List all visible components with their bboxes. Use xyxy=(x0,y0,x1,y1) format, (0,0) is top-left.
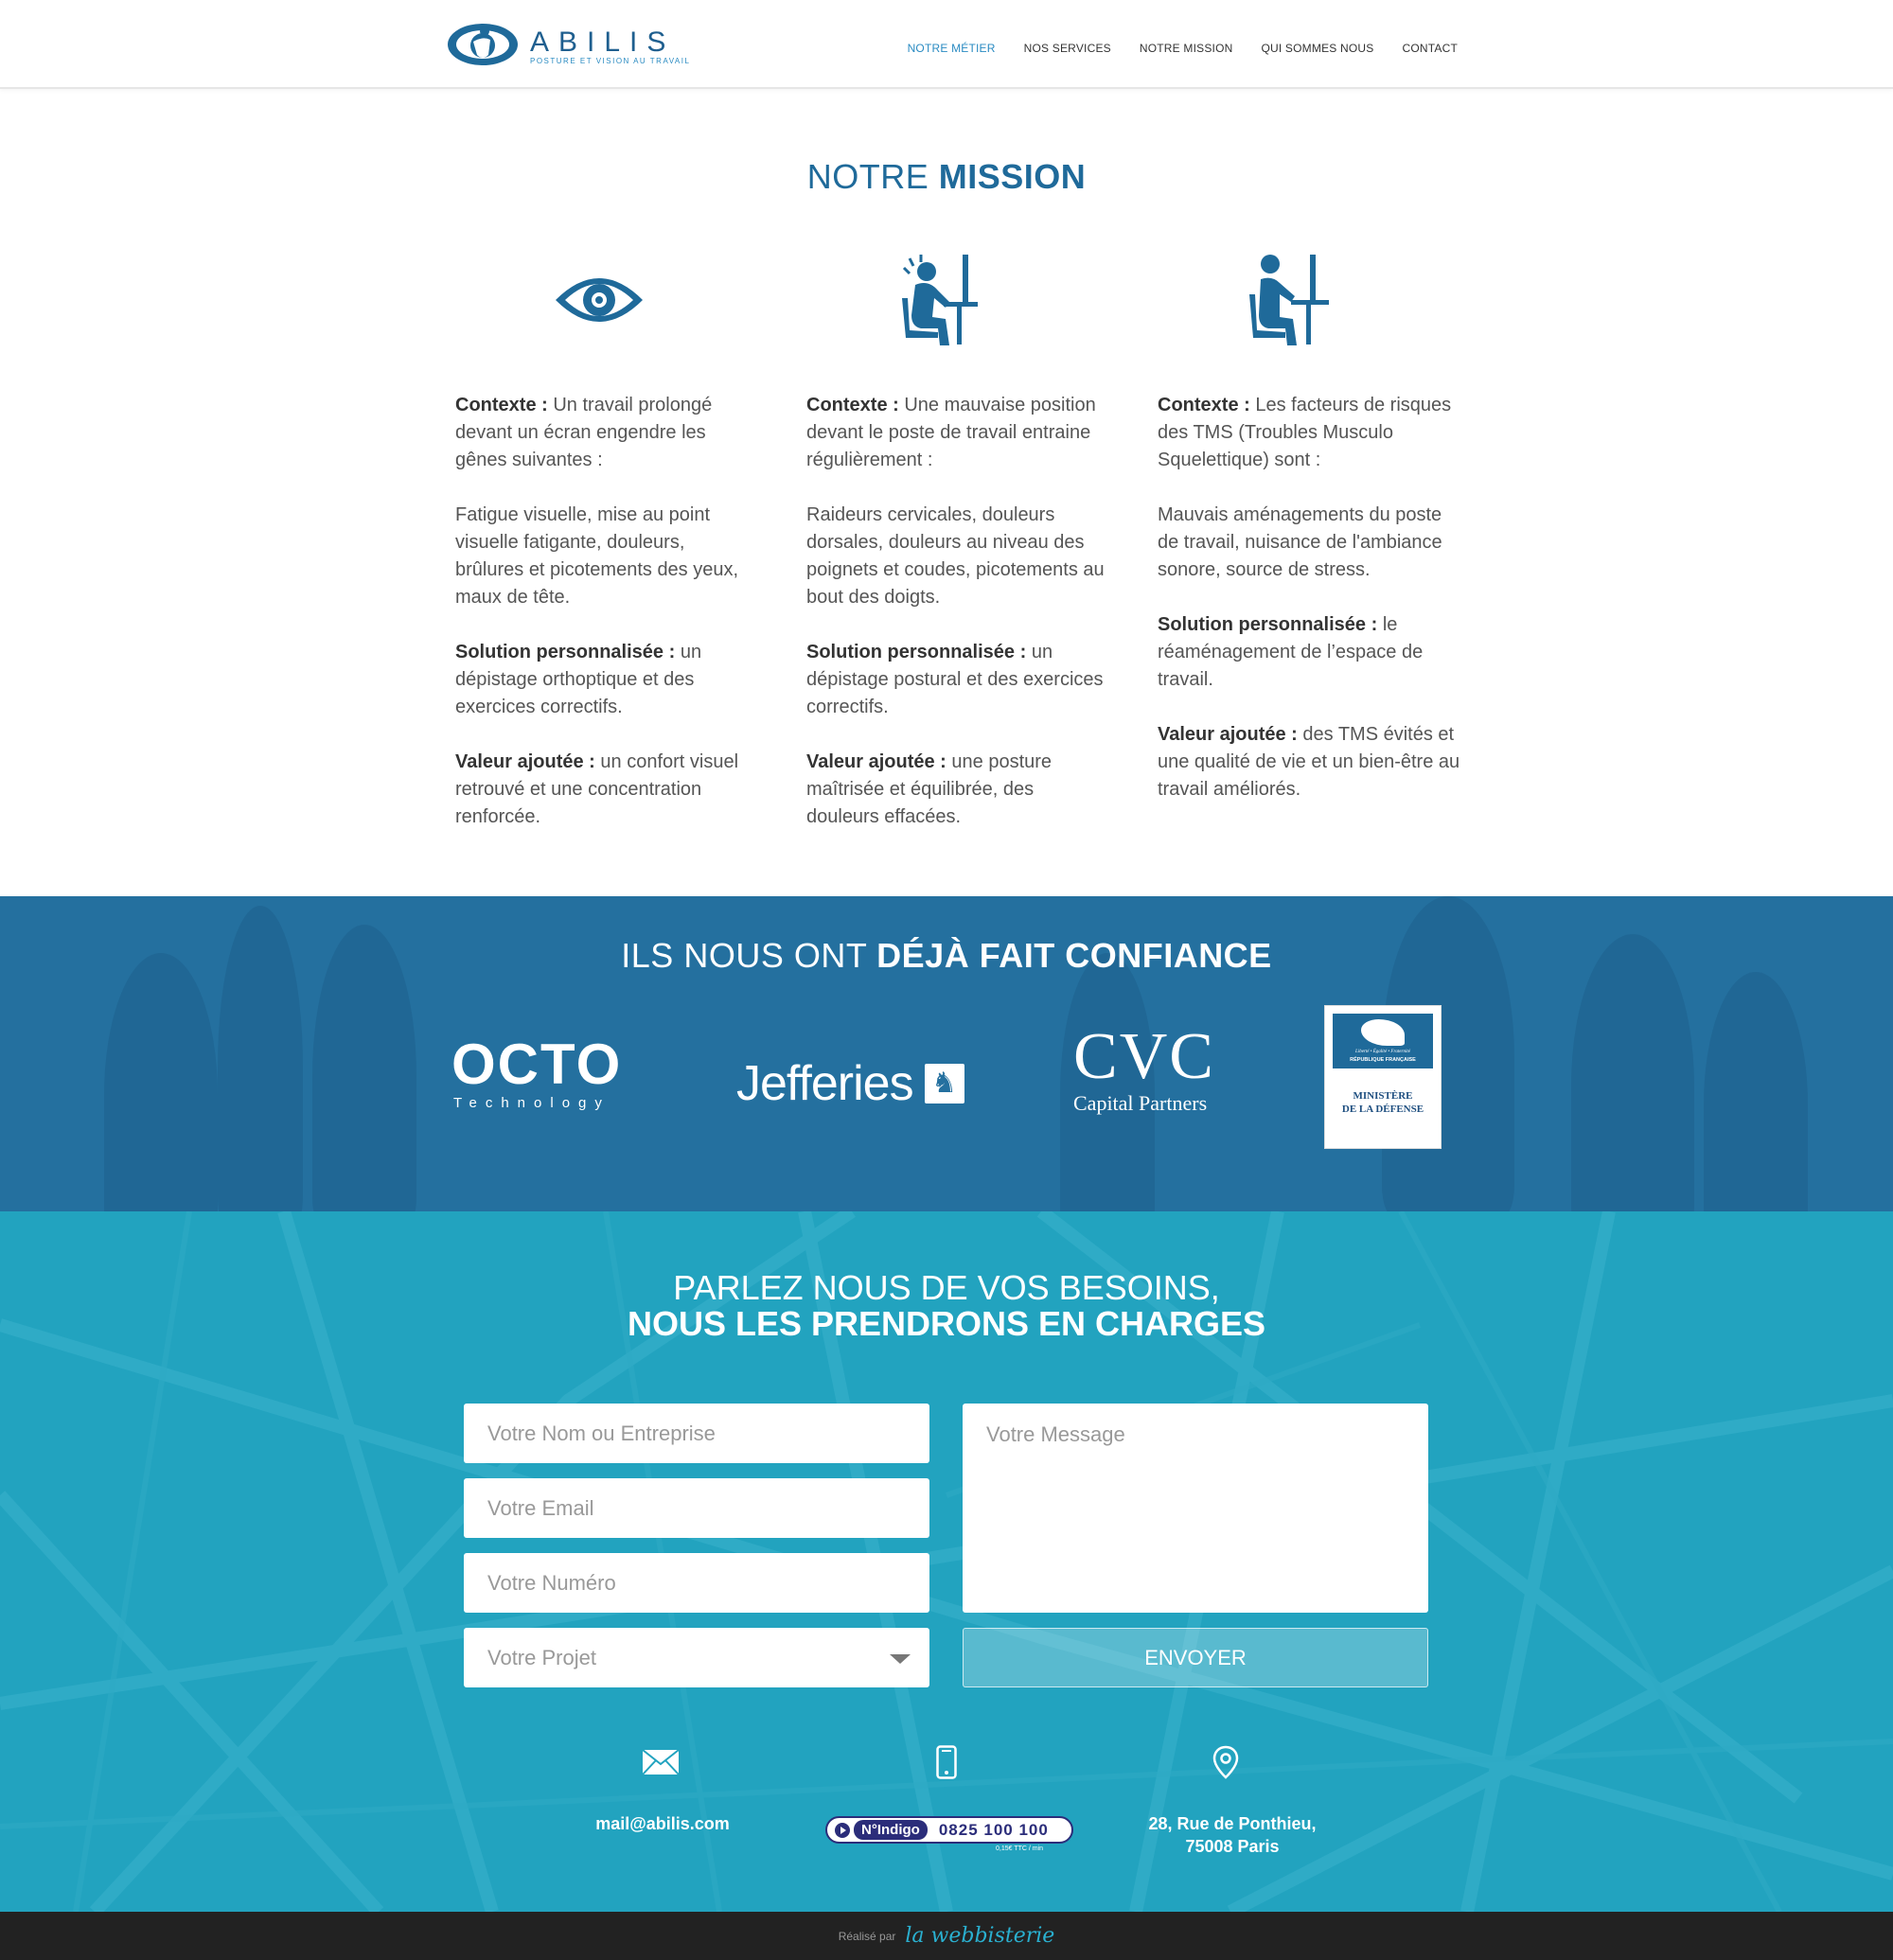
contact-title: PARLEZ NOUS DE VOS BESOINS, NOUS LES PRE… xyxy=(627,1268,1266,1343)
contact-section: PARLEZ NOUS DE VOS BESOINS, NOUS LES PRE… xyxy=(0,1211,1893,1912)
clients-title: ILS NOUS ONT DÉJÀ FAIT CONFIANCE xyxy=(621,936,1272,975)
message-field[interactable]: Votre Message xyxy=(963,1404,1428,1613)
abilis-logo[interactable]: ABILIS POSTURE ET VISION AU TRAVAIL xyxy=(447,17,689,72)
mission-column-tms: Contexte : Les facteurs de risques des T… xyxy=(1158,248,1460,831)
main-nav: NOTRE MÉTIER NOS SERVICES NOTRE MISSION … xyxy=(908,42,1458,55)
mission-text: Contexte : Les facteurs de risques des T… xyxy=(1158,395,1460,800)
logo-text: ABILIS xyxy=(530,26,676,58)
mission-column-posture: Contexte : Une mauvaise position devant … xyxy=(806,248,1109,858)
phone-icon xyxy=(936,1745,957,1779)
indigo-label: N°Indigo xyxy=(854,1820,928,1840)
chevron-down-icon xyxy=(890,1654,911,1664)
mission-text: Contexte : Un travail prolongé devant un… xyxy=(455,395,739,827)
project-select-value: Votre Projet xyxy=(487,1645,596,1669)
nav-notre-metier[interactable]: NOTRE MÉTIER xyxy=(908,42,996,55)
ministere-defense-logo: Liberté • Égalité • Fraternité RÉPUBLIQU… xyxy=(1324,1005,1442,1149)
nav-contact[interactable]: CONTACT xyxy=(1402,42,1458,55)
marianne-icon xyxy=(1361,1019,1405,1046)
jefferies-lion-icon: ♞ xyxy=(924,1064,964,1104)
site-footer: Réalisé par la webbisterie xyxy=(0,1912,1893,1960)
indigo-price: 0,15€ TTC / min xyxy=(996,1845,1044,1852)
envelope-icon xyxy=(642,1749,680,1775)
indigo-play-icon xyxy=(835,1822,850,1838)
worker-desk-icon xyxy=(1158,248,1460,352)
mission-column-vision: Contexte : Un travail prolongé devant un… xyxy=(455,248,758,858)
email-field[interactable]: Votre Email xyxy=(464,1478,929,1538)
clients-section: ILS NOUS ONT DÉJÀ FAIT CONFIANCE OCTO Te… xyxy=(0,896,1893,1211)
mission-text: Contexte : Une mauvaise position devant … xyxy=(806,395,1105,827)
worker-pain-icon xyxy=(806,248,1109,352)
logo-tagline: POSTURE ET VISION AU TRAVAIL xyxy=(530,57,691,65)
made-by-label: Réalisé par xyxy=(838,1929,896,1943)
project-select[interactable]: Votre Projet xyxy=(464,1628,929,1687)
nav-notre-mission[interactable]: NOTRE MISSION xyxy=(1140,42,1233,55)
contact-address: 28, Rue de Ponthieu, 75008 Paris xyxy=(1148,1814,1317,1856)
phone-field[interactable]: Votre Numéro xyxy=(464,1553,929,1613)
indigo-number-badge[interactable]: N°Indigo 0825 100 100 xyxy=(825,1816,1073,1844)
nav-qui-sommes-nous[interactable]: QUI SOMMES NOUS xyxy=(1261,42,1373,55)
indigo-number: 0825 100 100 xyxy=(938,1820,1049,1839)
eye-icon xyxy=(455,248,758,352)
location-pin-icon xyxy=(1212,1745,1239,1779)
contact-email[interactable]: mail@abilis.com xyxy=(568,1812,757,1835)
send-button[interactable]: ENVOYER xyxy=(963,1628,1428,1687)
logo-eye-icon xyxy=(448,24,518,65)
cvc-logo: CVC Capital Partners xyxy=(1073,1020,1215,1116)
nav-nos-services[interactable]: NOS SERVICES xyxy=(1024,42,1111,55)
webbisterie-logo[interactable]: la webbisterie xyxy=(905,1924,1054,1948)
name-field[interactable]: Votre Nom ou Entreprise xyxy=(464,1404,929,1463)
client-logos: OCTO Technology Jefferies ♞ CVC Capital … xyxy=(0,1005,1893,1178)
mission-title: NOTRE MISSION xyxy=(806,157,1087,196)
octo-logo: OCTO Technology xyxy=(451,1033,623,1112)
site-header: ABILIS POSTURE ET VISION AU TRAVAIL NOTR… xyxy=(0,0,1893,89)
jefferies-logo: Jefferies ♞ xyxy=(736,1055,964,1112)
